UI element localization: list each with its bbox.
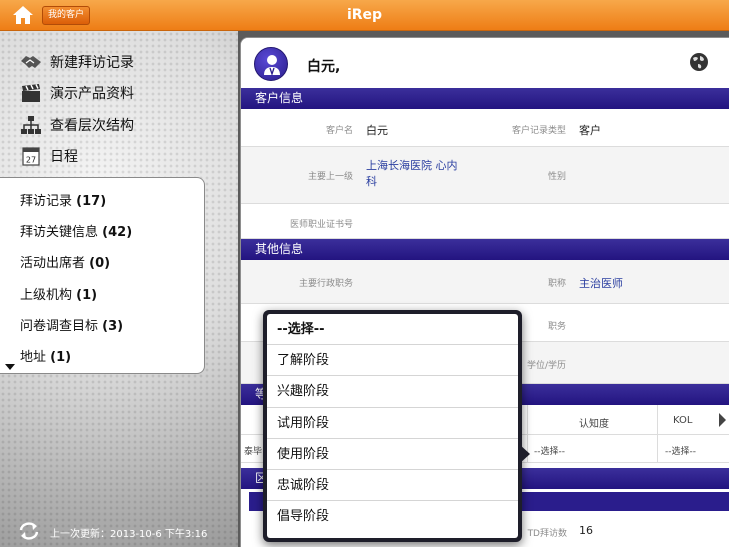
popover-pointer	[519, 444, 530, 464]
related-item-parent-org[interactable]: 上级机构 (1)	[20, 284, 97, 303]
parent-label: 主要上一级	[307, 172, 353, 182]
stage-option-usage[interactable]: 使用阶段	[267, 439, 518, 470]
license-label: 医师职业证书号	[289, 220, 353, 230]
hierarchy-icon	[21, 116, 41, 134]
record-type-label: 客户记录类型	[511, 126, 566, 136]
related-item-address[interactable]: 地址 (1)	[20, 346, 71, 365]
present-product-button[interactable]: 演示产品资料	[20, 82, 134, 104]
globe-icon[interactable]	[689, 52, 709, 72]
stage-option-list: --选择-- 了解阶段 兴趣阶段 试用阶段 使用阶段 忠诚阶段 倡导阶段	[267, 314, 518, 538]
kol-header: KOL	[673, 415, 693, 426]
new-visit-button[interactable]: 新建拜访记录	[20, 51, 134, 73]
section-customer-info: 客户信息	[241, 88, 729, 109]
title-value: 主治医师	[579, 277, 623, 290]
app-title: iRep	[346, 7, 383, 23]
awareness-select[interactable]: --选择--	[534, 444, 565, 457]
top-bar: 我的客户 iRep	[0, 0, 729, 31]
stage-option-trial[interactable]: 试用阶段	[267, 408, 518, 439]
stage-option-select[interactable]: --选择--	[267, 314, 518, 346]
record-type-value: 客户	[579, 124, 601, 137]
position-label: 职务	[547, 322, 566, 332]
present-product-label: 演示产品资料	[50, 86, 134, 102]
scroll-down-icon[interactable]	[5, 364, 15, 370]
kol-select[interactable]: --选择--	[665, 444, 696, 457]
admin-title-label: 主要行政职务	[298, 279, 353, 289]
calendar-label: 日程	[50, 149, 78, 165]
stage-option-interest[interactable]: 兴趣阶段	[267, 376, 518, 408]
title-label: 职称	[547, 279, 566, 289]
section-other-info: 其他信息	[241, 239, 729, 260]
related-item-event-attendees[interactable]: 活动出席者 (0)	[20, 252, 110, 271]
row-admin-title: 主要行政职务 职称 主治医师	[241, 260, 729, 304]
new-visit-label: 新建拜访记录	[50, 55, 134, 71]
related-item-visit-key-info[interactable]: 拜访关键信息 (42)	[20, 221, 132, 240]
stage-dropdown-popover: --选择-- 了解阶段 兴趣阶段 试用阶段 使用阶段 忠诚阶段 倡导阶段	[263, 310, 522, 542]
avatar	[254, 47, 288, 81]
view-hierarchy-button[interactable]: 查看层次结构	[20, 114, 134, 136]
stage-option-loyalty[interactable]: 忠诚阶段	[267, 470, 518, 502]
customer-name-label: 客户名	[325, 126, 353, 136]
awareness-header: 认知度	[579, 419, 609, 430]
customer-name-value: 白元	[366, 124, 388, 137]
table-row-label: 泰毕	[244, 447, 263, 457]
customer-header: 白元,	[241, 38, 729, 88]
ytd-visits-value: 16	[579, 524, 593, 537]
svg-text:27: 27	[26, 156, 36, 165]
related-item-survey-targets[interactable]: 问卷调查目标 (3)	[20, 315, 123, 334]
stage-option-advocacy[interactable]: 倡导阶段	[267, 501, 518, 532]
view-hierarchy-label: 查看层次结构	[50, 118, 134, 134]
scroll-right-icon[interactable]	[719, 413, 726, 427]
last-update-text: 上一次更新：2013-10-6 下午3:16	[50, 529, 208, 540]
row-customer-name: 客户名 白元 客户记录类型 客户	[241, 109, 729, 147]
related-list: 拜访记录 (17) 拜访关键信息 (42) 活动出席者 (0) 上级机构 (1)…	[0, 177, 205, 374]
gender-label: 性别	[547, 172, 566, 182]
customer-name: 白元,	[307, 59, 341, 75]
row-license: 医师职业证书号	[241, 204, 729, 239]
related-item-visit-records[interactable]: 拜访记录 (17)	[20, 190, 106, 209]
clapperboard-icon	[22, 84, 40, 102]
row-parent: 主要上一级 上海长海医院 心内 科 性别	[241, 147, 729, 204]
doctor-icon	[264, 55, 280, 77]
stage-option-awareness[interactable]: 了解阶段	[267, 345, 518, 377]
handshake-icon	[21, 56, 41, 68]
calendar-button[interactable]: 27 日程	[20, 145, 78, 167]
calendar-icon: 27	[22, 147, 40, 166]
parent-value[interactable]: 上海长海医院 心内 科	[366, 157, 458, 189]
refresh-icon[interactable]	[18, 521, 40, 541]
